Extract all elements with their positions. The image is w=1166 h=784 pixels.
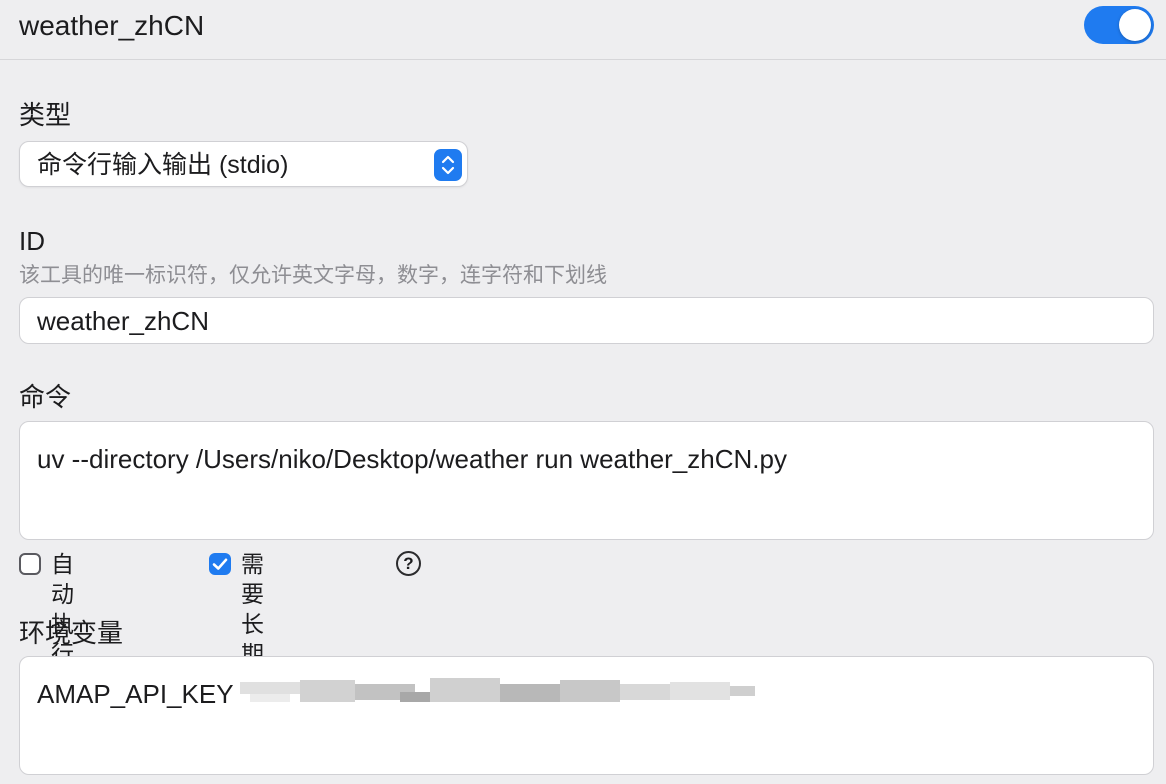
server-header: weather_zhCN: [0, 0, 1166, 60]
type-label: 类型: [19, 100, 72, 130]
env-label: 环境变量: [19, 618, 124, 648]
command-label: 命令: [19, 382, 72, 412]
checkmark-icon: [212, 558, 228, 570]
auto-execute-checkbox[interactable]: [19, 553, 41, 575]
server-title: weather_zhCN: [19, 10, 205, 41]
id-input[interactable]: weather_zhCN: [19, 297, 1154, 344]
command-textarea[interactable]: uv --directory /Users/niko/Desktop/weath…: [19, 421, 1154, 540]
id-label: ID: [19, 226, 45, 256]
enable-toggle[interactable]: [1084, 6, 1154, 44]
id-input-value: weather_zhCN: [37, 306, 209, 336]
type-select-value: 命令行输入输出 (stdio): [37, 151, 289, 179]
command-value: uv --directory /Users/niko/Desktop/weath…: [37, 444, 787, 474]
type-select[interactable]: 命令行输入输出 (stdio): [19, 141, 468, 187]
env-value: AMAP_API_KEY: [37, 679, 234, 709]
redacted-secret: [240, 678, 755, 702]
help-icon[interactable]: ?: [396, 551, 421, 576]
toggle-knob: [1119, 9, 1151, 41]
chevron-up-down-icon: [434, 149, 462, 181]
long-running-checkbox[interactable]: [209, 553, 231, 575]
id-hint: 该工具的唯一标识符，仅允许英文字母，数字，连字符和下划线: [19, 264, 607, 287]
